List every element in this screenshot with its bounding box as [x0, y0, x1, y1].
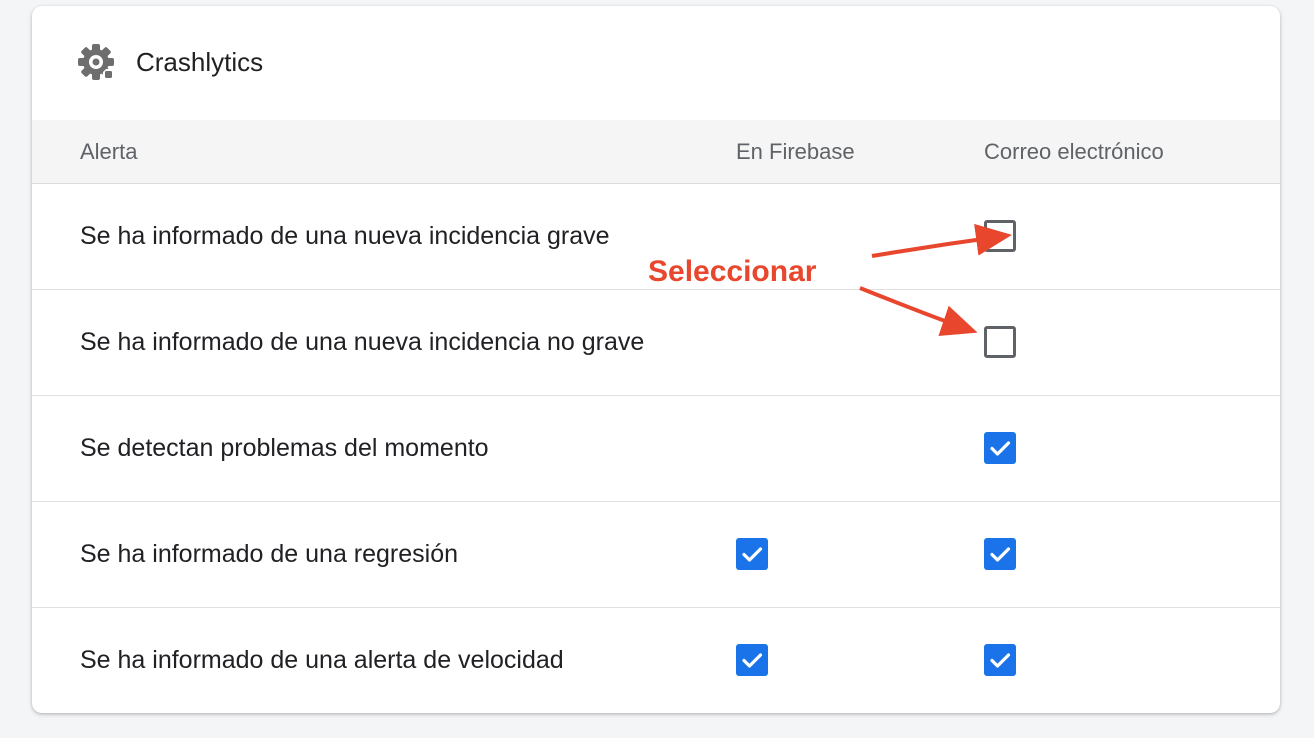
- email-checkbox[interactable]: [984, 644, 1016, 676]
- email-checkbox[interactable]: [984, 538, 1016, 570]
- checkmark-icon: [990, 653, 1011, 668]
- email-checkbox[interactable]: [984, 432, 1016, 464]
- table-row: Se ha informado de una regresión: [32, 502, 1280, 608]
- firebase-checkbox[interactable]: [736, 644, 768, 676]
- alert-label: Se detectan problemas del momento: [80, 434, 489, 462]
- annotation-label: Seleccionar: [648, 255, 817, 288]
- column-header-alert: Alerta: [80, 139, 138, 164]
- column-header-firebase: En Firebase: [736, 139, 855, 164]
- crashlytics-gear-icon: [78, 44, 114, 80]
- checkmark-icon: [990, 547, 1011, 562]
- card-title: Crashlytics: [136, 47, 264, 77]
- email-checkbox[interactable]: [984, 220, 1016, 252]
- alert-label: Se ha informado de una alerta de velocid…: [80, 646, 564, 674]
- table-row: Se detectan problemas del momento: [32, 396, 1280, 502]
- alert-label: Se ha informado de una nueva incidencia …: [80, 222, 610, 250]
- checkmark-icon: [990, 441, 1011, 456]
- alert-label: Se ha informado de una regresión: [80, 540, 459, 568]
- crashlytics-alerts-card: Crashlytics Alerta En Firebase Correo el…: [32, 6, 1280, 713]
- table-row: Se ha informado de una nueva incidencia …: [32, 290, 1280, 396]
- checkmark-icon: [742, 547, 763, 562]
- alert-label: Se ha informado de una nueva incidencia …: [80, 328, 645, 356]
- email-checkbox[interactable]: [984, 326, 1016, 358]
- table-header-row: Alerta En Firebase Correo electrónico: [32, 120, 1280, 184]
- firebase-checkbox[interactable]: [736, 538, 768, 570]
- card-header: Crashlytics: [32, 6, 1280, 121]
- checkmark-icon: [742, 653, 763, 668]
- column-header-email: Correo electrónico: [984, 139, 1164, 164]
- table-row: Se ha informado de una alerta de velocid…: [32, 608, 1280, 713]
